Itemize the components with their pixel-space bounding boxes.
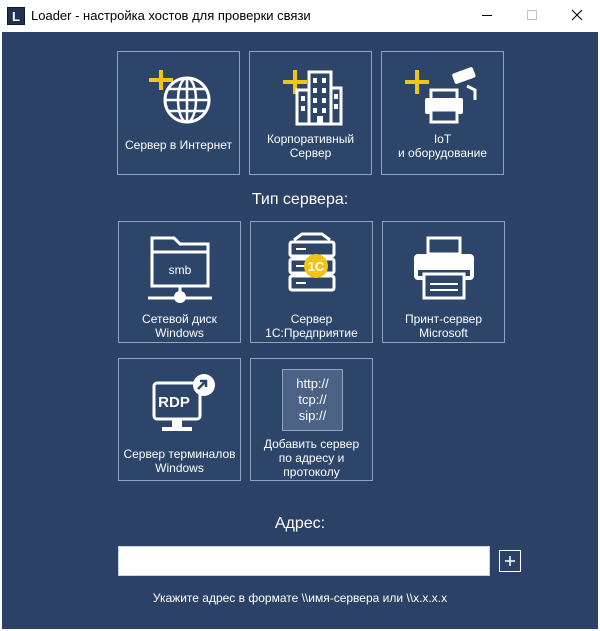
tile-iot-devices[interactable]: IoT и оборудование	[381, 51, 504, 175]
tile-network-drive-windows[interactable]: smb Сетевой диск Windows	[118, 221, 241, 343]
tile-label: Сервер терминалов Windows	[123, 447, 236, 475]
smb-text: smb	[168, 263, 191, 277]
printer-icon	[383, 234, 504, 302]
add-address-button[interactable]	[499, 550, 521, 572]
title-bar: L Loader - настройка хостов для проверки…	[0, 0, 600, 32]
rdp-text: RDP	[158, 394, 190, 411]
tile-label: Корпоративный Сервер	[266, 132, 355, 160]
tile-terminal-server[interactable]: RDP Сервер терминалов Windows	[118, 358, 241, 481]
tile-add-by-address[interactable]: http:// tcp:// sip:// Добавить сервер по…	[250, 358, 373, 481]
window-title: Loader - настройка хостов для проверки с…	[31, 8, 311, 23]
tile-label: Принт-сервер Microsoft	[404, 312, 483, 340]
maximize-button	[509, 0, 555, 30]
maximize-icon	[527, 10, 537, 20]
rdp-monitor-icon: RDP	[119, 373, 240, 437]
building-add-icon	[250, 70, 371, 130]
address-label: Адрес:	[274, 515, 326, 532]
camera-printer-add-icon	[382, 66, 503, 126]
folder-smb-icon: smb	[119, 232, 240, 304]
address-input[interactable]	[118, 546, 490, 576]
tile-label: Добавить сервер по адресу и протоколу	[263, 437, 360, 479]
globe-add-icon	[118, 70, 239, 130]
minimize-button[interactable]	[464, 0, 510, 30]
address-hint: Укажите адрес в формате \\имя-сервера ил…	[152, 591, 448, 605]
close-icon	[571, 9, 583, 21]
tile-label: IoT и оборудование	[398, 132, 487, 160]
1c-text: 1С	[307, 259, 324, 274]
protocol-http: http://	[296, 376, 329, 391]
protocol-tcp: tcp://	[298, 392, 327, 407]
minimize-icon	[482, 15, 492, 16]
tile-label: Сервер в Интернет	[124, 138, 232, 152]
server-1c-icon: 1С	[251, 232, 372, 304]
app-icon: L	[7, 7, 25, 25]
tile-print-server[interactable]: Принт-сервер Microsoft	[382, 221, 505, 343]
tile-internet-server[interactable]: Сервер в Интернет	[117, 51, 240, 175]
tile-corporate-server[interactable]: Корпоративный Сервер	[249, 51, 372, 175]
protocol-sip: sip://	[298, 408, 327, 423]
tile-server-1c[interactable]: 1С Сервер 1С:Предприятие	[250, 221, 373, 343]
main-panel: Сервер в Интернет Корпоративный Сервер I…	[2, 32, 598, 629]
server-type-title: Тип сервера:	[251, 191, 349, 208]
plus-icon	[505, 556, 515, 566]
tile-label: Сетевой диск Windows	[142, 312, 217, 340]
protocol-icon: http:// tcp:// sip://	[282, 369, 343, 431]
close-button[interactable]	[554, 0, 600, 30]
tile-label: Сервер 1С:Предприятие	[265, 312, 358, 340]
